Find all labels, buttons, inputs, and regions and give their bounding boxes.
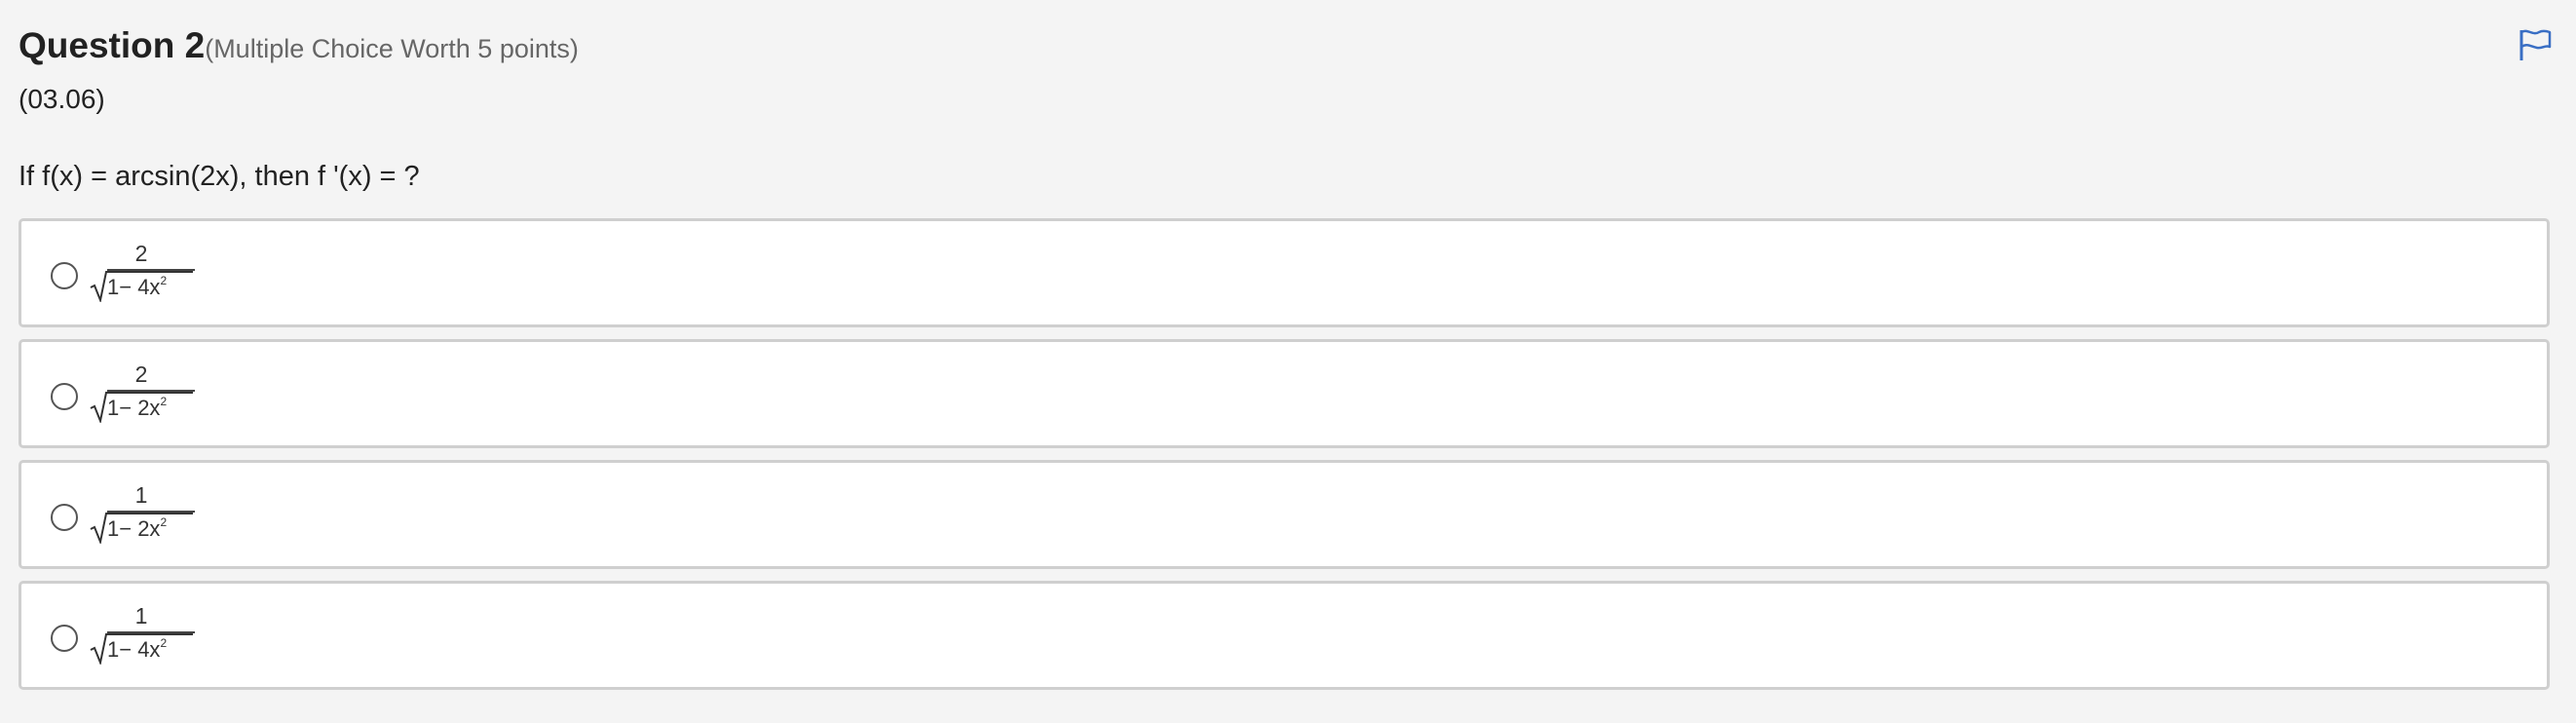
numerator: 1 [134,482,148,508]
radio-button[interactable] [51,625,78,652]
radio-button[interactable] [51,262,78,289]
denominator-text: 1− 4x2 [107,636,167,663]
denominator: 1− 4x2 [88,271,195,302]
radio-button[interactable] [51,383,78,410]
answer-option-3[interactable]: 1 1− 2x2 [19,460,2550,569]
answer-options: 2 1− 4x2 2 1− 2x2 1 1− 2x2 1 1− 4x2 [19,218,2550,702]
fraction: 1 1− 2x2 [88,482,195,544]
fraction: 2 1− 2x2 [88,362,195,423]
numerator: 1 [134,603,148,628]
exponent: 2 [160,515,168,529]
exponent: 2 [160,395,168,408]
numerator: 2 [134,241,148,266]
answer-option-2[interactable]: 2 1− 2x2 [19,339,2550,448]
radicand: 1− 4x [107,637,161,662]
fraction: 1 1− 4x2 [88,603,195,665]
question-header: Question 2(Multiple Choice Worth 5 point… [19,25,579,66]
denominator: 1− 4x2 [88,633,195,665]
denominator-text: 1− 2x2 [107,395,167,421]
question-title: Question 2 [19,25,206,65]
exponent: 2 [160,636,168,650]
radio-button[interactable] [51,504,78,531]
flag-icon[interactable] [2518,27,2553,62]
denominator: 1− 2x2 [88,392,195,423]
answer-option-4[interactable]: 1 1− 4x2 [19,581,2550,690]
exponent: 2 [160,274,168,287]
denominator-text: 1− 4x2 [107,274,167,300]
question-prompt: If f(x) = arcsin(2x), then f '(x) = ? [19,161,420,192]
radicand: 1− 4x [107,275,161,299]
radicand: 1− 2x [107,516,161,541]
denominator-text: 1− 2x2 [107,515,167,542]
answer-option-1[interactable]: 2 1− 4x2 [19,218,2550,327]
radicand: 1− 2x [107,396,161,420]
fraction: 2 1− 4x2 [88,241,195,302]
section-label: (03.06) [19,84,105,114]
numerator: 2 [134,362,148,387]
denominator: 1− 2x2 [88,513,195,544]
question-worth: (Multiple Choice Worth 5 points) [205,34,579,63]
